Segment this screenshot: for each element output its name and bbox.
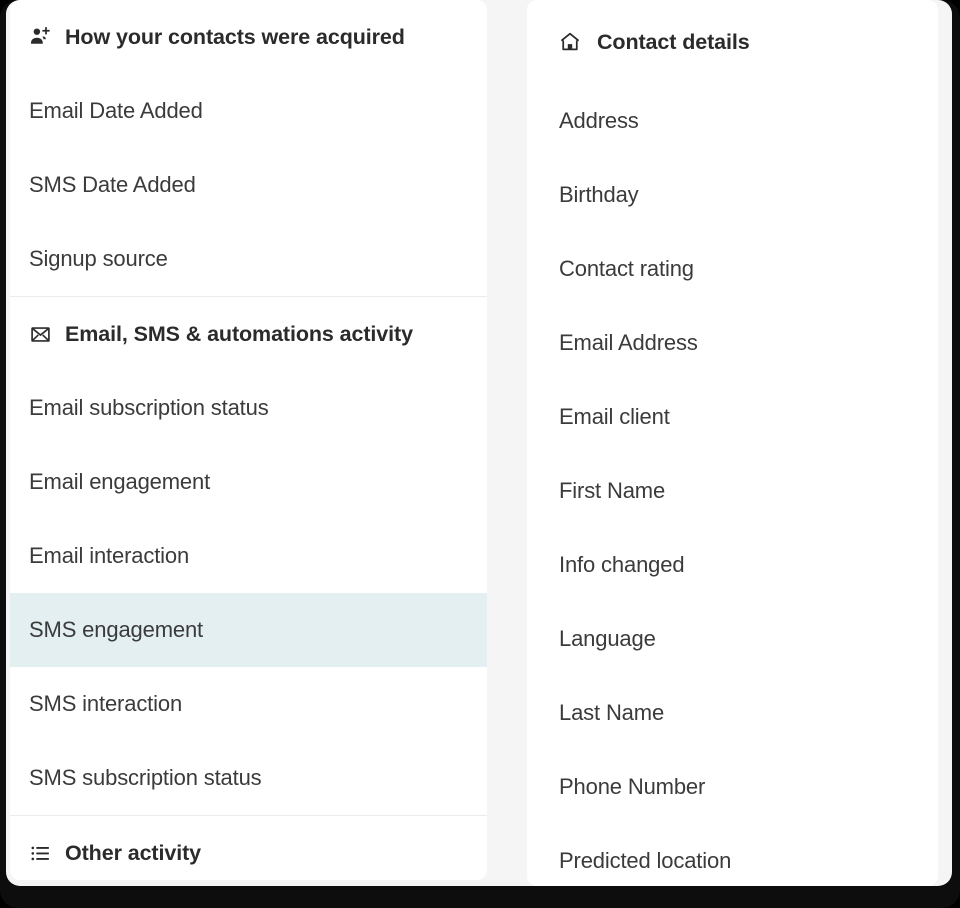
- list-item[interactable]: SMS engagement: [10, 593, 487, 667]
- list-item[interactable]: Email client: [527, 380, 938, 454]
- list-item-label: First Name: [559, 478, 665, 504]
- list-item[interactable]: Contact rating: [527, 232, 938, 306]
- list-item[interactable]: Email Address: [527, 306, 938, 380]
- list-item-label: Email engagement: [29, 469, 210, 495]
- contact-details-panel: Contact details Address Birthday Contact ra…: [527, 0, 938, 886]
- person-add-icon: [29, 26, 51, 48]
- list-item[interactable]: Info changed: [527, 528, 938, 602]
- list-item[interactable]: SMS interaction: [10, 667, 487, 741]
- list-item-label: Info changed: [559, 552, 684, 578]
- list-item-label: SMS Date Added: [29, 172, 196, 198]
- group-header-contact-details: Contact details: [527, 0, 938, 84]
- segment-condition-panel: How your contacts were acquired Email Dat…: [10, 0, 487, 880]
- list-item-label: Email client: [559, 404, 670, 430]
- list-item-label: Contact rating: [559, 256, 694, 282]
- list-item[interactable]: Email engagement: [10, 445, 487, 519]
- list-item-label: Email Date Added: [29, 98, 203, 124]
- list-item-label: Language: [559, 626, 656, 652]
- list-item[interactable]: Predicted location: [527, 824, 938, 886]
- list-item-label: Email Address: [559, 330, 698, 356]
- list-item-label: Predicted location: [559, 848, 731, 874]
- list-item[interactable]: First Name: [527, 454, 938, 528]
- envelope-icon: [29, 323, 51, 345]
- group-header-other-activity: Other activity: [10, 816, 487, 880]
- list-item-label: Signup source: [29, 246, 168, 272]
- list-item-label: Address: [559, 108, 639, 134]
- list-item[interactable]: SMS subscription status: [10, 741, 487, 815]
- home-icon: [559, 31, 581, 53]
- list-item[interactable]: Signup source: [10, 222, 487, 296]
- list-item-label: Last Name: [559, 700, 664, 726]
- list-item[interactable]: Address: [527, 84, 938, 158]
- group-title: How your contacts were acquired: [65, 25, 405, 50]
- list-item[interactable]: SMS Date Added: [10, 148, 487, 222]
- list-item-label: SMS engagement: [29, 617, 203, 643]
- list-item-label: Email subscription status: [29, 395, 269, 421]
- list-item-label: Email interaction: [29, 543, 189, 569]
- list-item-label: Phone Number: [559, 774, 705, 800]
- window-frame: How your contacts were acquired Email Dat…: [0, 0, 960, 908]
- list-item[interactable]: Email subscription status: [10, 371, 487, 445]
- list-item-label: SMS interaction: [29, 691, 182, 717]
- group-title: Email, SMS & automations activity: [65, 322, 413, 347]
- group-title: Other activity: [65, 841, 201, 866]
- group-title: Contact details: [597, 30, 750, 55]
- page-surface: How your contacts were acquired Email Dat…: [6, 0, 952, 886]
- group-header-email-sms-automations-activity: Email, SMS & automations activity: [10, 297, 487, 371]
- list-icon: [29, 842, 51, 864]
- list-item[interactable]: Language: [527, 602, 938, 676]
- list-item-label: Birthday: [559, 182, 639, 208]
- list-item[interactable]: Phone Number: [527, 750, 938, 824]
- list-item[interactable]: Birthday: [527, 158, 938, 232]
- group-header-how-your-contacts-were-acquired: How your contacts were acquired: [10, 0, 487, 74]
- list-item[interactable]: Email interaction: [10, 519, 487, 593]
- list-item-label: SMS subscription status: [29, 765, 262, 791]
- list-item[interactable]: Last Name: [527, 676, 938, 750]
- list-item[interactable]: Email Date Added: [10, 74, 487, 148]
